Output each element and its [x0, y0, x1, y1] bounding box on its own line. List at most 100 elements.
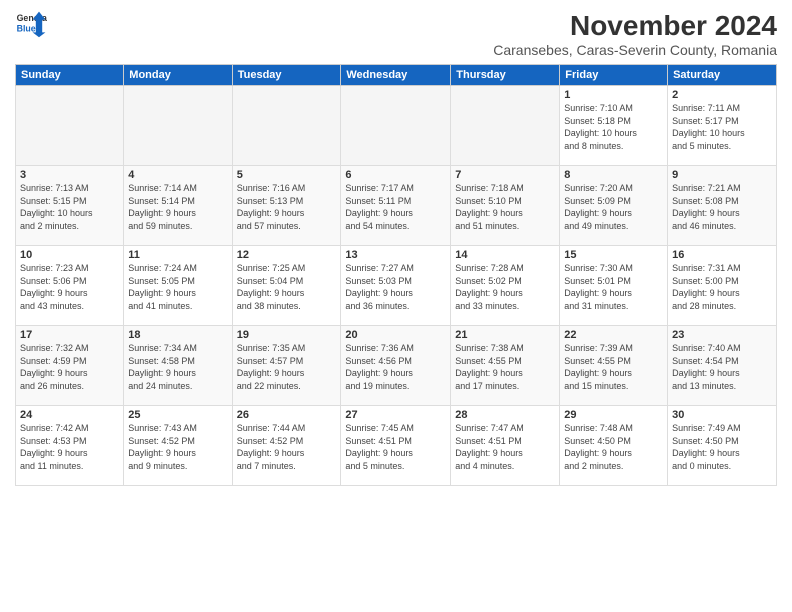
day-cell [124, 86, 232, 166]
day-info: Sunrise: 7:13 AM Sunset: 5:15 PM Dayligh… [20, 182, 119, 232]
day-cell: 27Sunrise: 7:45 AM Sunset: 4:51 PM Dayli… [341, 406, 451, 486]
day-info: Sunrise: 7:32 AM Sunset: 4:59 PM Dayligh… [20, 342, 119, 392]
week-row-3: 10Sunrise: 7:23 AM Sunset: 5:06 PM Dayli… [16, 246, 777, 326]
day-cell: 13Sunrise: 7:27 AM Sunset: 5:03 PM Dayli… [341, 246, 451, 326]
day-number: 3 [20, 169, 119, 181]
day-number: 30 [672, 409, 772, 421]
day-number: 13 [345, 249, 446, 261]
day-cell: 30Sunrise: 7:49 AM Sunset: 4:50 PM Dayli… [668, 406, 777, 486]
day-cell: 14Sunrise: 7:28 AM Sunset: 5:02 PM Dayli… [451, 246, 560, 326]
day-number: 28 [455, 409, 555, 421]
day-info: Sunrise: 7:39 AM Sunset: 4:55 PM Dayligh… [564, 342, 663, 392]
day-cell: 6Sunrise: 7:17 AM Sunset: 5:11 PM Daylig… [341, 166, 451, 246]
month-title: November 2024 [493, 10, 777, 42]
logo-icon: General Blue [15, 10, 47, 38]
day-info: Sunrise: 7:36 AM Sunset: 4:56 PM Dayligh… [345, 342, 446, 392]
day-cell: 9Sunrise: 7:21 AM Sunset: 5:08 PM Daylig… [668, 166, 777, 246]
day-info: Sunrise: 7:14 AM Sunset: 5:14 PM Dayligh… [128, 182, 227, 232]
day-cell: 23Sunrise: 7:40 AM Sunset: 4:54 PM Dayli… [668, 326, 777, 406]
day-number: 10 [20, 249, 119, 261]
col-wednesday: Wednesday [341, 65, 451, 86]
day-cell: 1Sunrise: 7:10 AM Sunset: 5:18 PM Daylig… [560, 86, 668, 166]
day-number: 14 [455, 249, 555, 261]
col-saturday: Saturday [668, 65, 777, 86]
day-number: 24 [20, 409, 119, 421]
day-cell: 24Sunrise: 7:42 AM Sunset: 4:53 PM Dayli… [16, 406, 124, 486]
day-number: 4 [128, 169, 227, 181]
week-row-5: 24Sunrise: 7:42 AM Sunset: 4:53 PM Dayli… [16, 406, 777, 486]
day-cell: 29Sunrise: 7:48 AM Sunset: 4:50 PM Dayli… [560, 406, 668, 486]
day-cell: 25Sunrise: 7:43 AM Sunset: 4:52 PM Dayli… [124, 406, 232, 486]
day-number: 20 [345, 329, 446, 341]
day-number: 8 [564, 169, 663, 181]
day-cell [16, 86, 124, 166]
day-cell: 3Sunrise: 7:13 AM Sunset: 5:15 PM Daylig… [16, 166, 124, 246]
day-info: Sunrise: 7:42 AM Sunset: 4:53 PM Dayligh… [20, 422, 119, 472]
day-cell: 19Sunrise: 7:35 AM Sunset: 4:57 PM Dayli… [232, 326, 341, 406]
day-info: Sunrise: 7:25 AM Sunset: 5:04 PM Dayligh… [237, 262, 337, 312]
day-number: 25 [128, 409, 227, 421]
day-number: 9 [672, 169, 772, 181]
day-info: Sunrise: 7:21 AM Sunset: 5:08 PM Dayligh… [672, 182, 772, 232]
header: General Blue November 2024 Caransebes, C… [15, 10, 777, 58]
day-number: 6 [345, 169, 446, 181]
day-cell: 5Sunrise: 7:16 AM Sunset: 5:13 PM Daylig… [232, 166, 341, 246]
day-info: Sunrise: 7:23 AM Sunset: 5:06 PM Dayligh… [20, 262, 119, 312]
col-friday: Friday [560, 65, 668, 86]
col-monday: Monday [124, 65, 232, 86]
day-number: 1 [564, 89, 663, 101]
day-number: 27 [345, 409, 446, 421]
day-number: 11 [128, 249, 227, 261]
day-info: Sunrise: 7:20 AM Sunset: 5:09 PM Dayligh… [564, 182, 663, 232]
title-area: November 2024 Caransebes, Caras-Severin … [493, 10, 777, 58]
day-number: 16 [672, 249, 772, 261]
day-number: 15 [564, 249, 663, 261]
day-cell: 8Sunrise: 7:20 AM Sunset: 5:09 PM Daylig… [560, 166, 668, 246]
day-info: Sunrise: 7:18 AM Sunset: 5:10 PM Dayligh… [455, 182, 555, 232]
day-cell: 22Sunrise: 7:39 AM Sunset: 4:55 PM Dayli… [560, 326, 668, 406]
calendar-table: Sunday Monday Tuesday Wednesday Thursday… [15, 64, 777, 486]
day-info: Sunrise: 7:24 AM Sunset: 5:05 PM Dayligh… [128, 262, 227, 312]
day-number: 12 [237, 249, 337, 261]
day-cell: 2Sunrise: 7:11 AM Sunset: 5:17 PM Daylig… [668, 86, 777, 166]
day-info: Sunrise: 7:27 AM Sunset: 5:03 PM Dayligh… [345, 262, 446, 312]
day-number: 22 [564, 329, 663, 341]
day-cell: 7Sunrise: 7:18 AM Sunset: 5:10 PM Daylig… [451, 166, 560, 246]
day-cell: 17Sunrise: 7:32 AM Sunset: 4:59 PM Dayli… [16, 326, 124, 406]
day-number: 7 [455, 169, 555, 181]
week-row-4: 17Sunrise: 7:32 AM Sunset: 4:59 PM Dayli… [16, 326, 777, 406]
day-info: Sunrise: 7:35 AM Sunset: 4:57 PM Dayligh… [237, 342, 337, 392]
day-cell: 18Sunrise: 7:34 AM Sunset: 4:58 PM Dayli… [124, 326, 232, 406]
svg-text:Blue: Blue [17, 24, 36, 34]
day-cell: 4Sunrise: 7:14 AM Sunset: 5:14 PM Daylig… [124, 166, 232, 246]
day-info: Sunrise: 7:40 AM Sunset: 4:54 PM Dayligh… [672, 342, 772, 392]
day-info: Sunrise: 7:11 AM Sunset: 5:17 PM Dayligh… [672, 102, 772, 152]
week-row-2: 3Sunrise: 7:13 AM Sunset: 5:15 PM Daylig… [16, 166, 777, 246]
day-number: 2 [672, 89, 772, 101]
day-info: Sunrise: 7:10 AM Sunset: 5:18 PM Dayligh… [564, 102, 663, 152]
day-cell [451, 86, 560, 166]
day-cell [341, 86, 451, 166]
day-cell: 11Sunrise: 7:24 AM Sunset: 5:05 PM Dayli… [124, 246, 232, 326]
day-info: Sunrise: 7:16 AM Sunset: 5:13 PM Dayligh… [237, 182, 337, 232]
day-info: Sunrise: 7:43 AM Sunset: 4:52 PM Dayligh… [128, 422, 227, 472]
header-row: Sunday Monday Tuesday Wednesday Thursday… [16, 65, 777, 86]
day-number: 19 [237, 329, 337, 341]
day-cell: 16Sunrise: 7:31 AM Sunset: 5:00 PM Dayli… [668, 246, 777, 326]
page: General Blue November 2024 Caransebes, C… [0, 0, 792, 612]
day-info: Sunrise: 7:45 AM Sunset: 4:51 PM Dayligh… [345, 422, 446, 472]
col-sunday: Sunday [16, 65, 124, 86]
day-number: 29 [564, 409, 663, 421]
day-info: Sunrise: 7:34 AM Sunset: 4:58 PM Dayligh… [128, 342, 227, 392]
day-number: 17 [20, 329, 119, 341]
day-info: Sunrise: 7:31 AM Sunset: 5:00 PM Dayligh… [672, 262, 772, 312]
subtitle: Caransebes, Caras-Severin County, Romani… [493, 42, 777, 58]
col-thursday: Thursday [451, 65, 560, 86]
day-number: 21 [455, 329, 555, 341]
week-row-1: 1Sunrise: 7:10 AM Sunset: 5:18 PM Daylig… [16, 86, 777, 166]
col-tuesday: Tuesday [232, 65, 341, 86]
day-cell: 26Sunrise: 7:44 AM Sunset: 4:52 PM Dayli… [232, 406, 341, 486]
day-cell: 21Sunrise: 7:38 AM Sunset: 4:55 PM Dayli… [451, 326, 560, 406]
day-number: 18 [128, 329, 227, 341]
day-cell: 10Sunrise: 7:23 AM Sunset: 5:06 PM Dayli… [16, 246, 124, 326]
